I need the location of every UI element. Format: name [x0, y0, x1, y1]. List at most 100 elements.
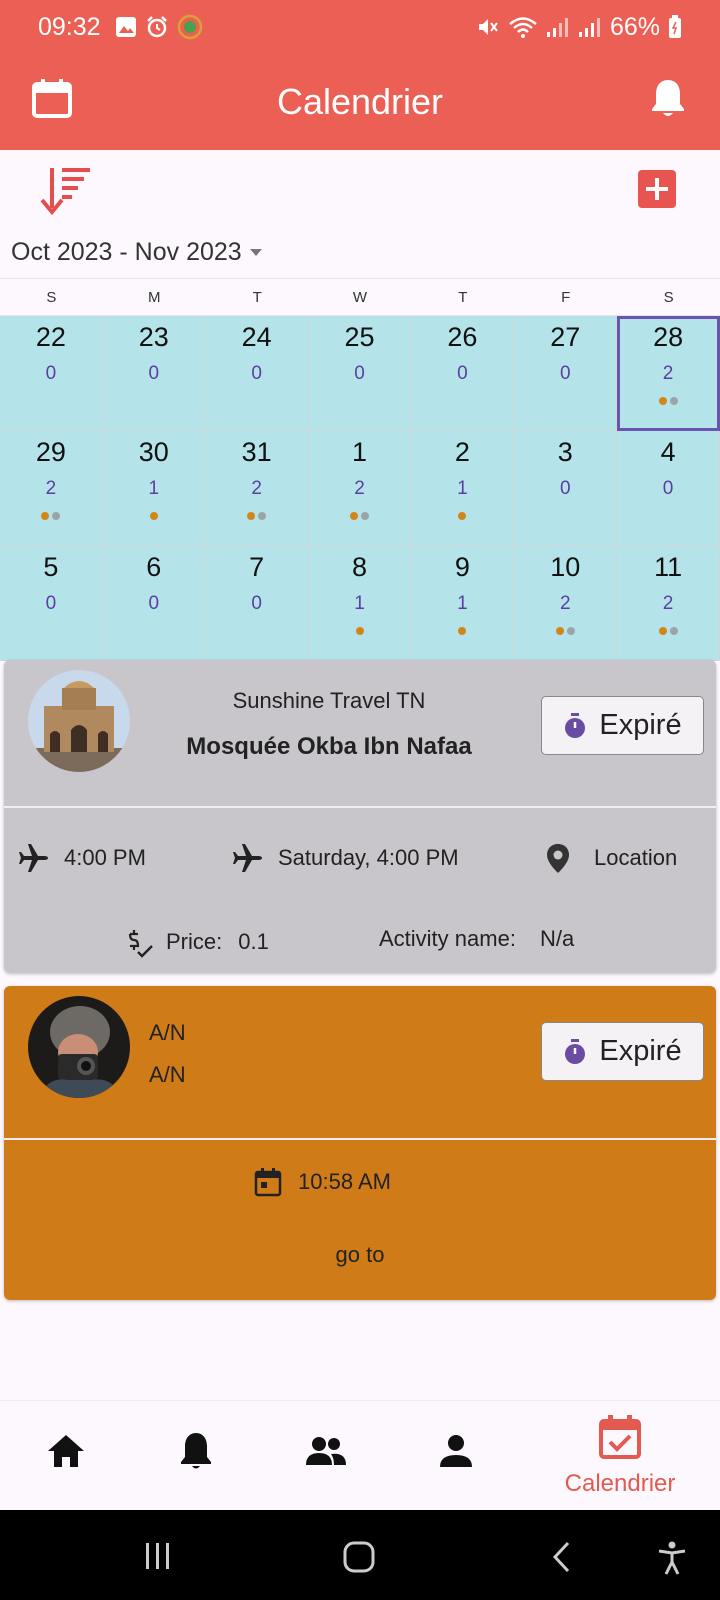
day-number: 2: [454, 437, 470, 467]
calendar-day[interactable]: 12: [308, 431, 412, 546]
expired-badge[interactable]: Expiré: [541, 696, 704, 755]
group-icon[interactable]: [304, 1429, 348, 1473]
event-dot: [361, 512, 369, 520]
calendar-day[interactable]: 21: [411, 431, 515, 546]
location-pin-icon: [547, 844, 569, 873]
bell-icon[interactable]: [646, 76, 690, 120]
calendar-day[interactable]: 11 2: [617, 546, 720, 661]
sort-descending-icon[interactable]: [38, 164, 92, 218]
arrival-time: Saturday, 4:00 PM: [232, 842, 459, 874]
weekday-label: F: [561, 289, 571, 306]
app-notification-icon: [177, 14, 202, 40]
calendar-day[interactable]: 81: [308, 546, 412, 661]
home-icon[interactable]: [44, 1429, 88, 1473]
day-number: 5: [43, 552, 59, 582]
event-dots: [247, 512, 267, 520]
event-count: 0: [662, 478, 674, 499]
event-count: 0: [148, 363, 160, 384]
day-number: 28: [653, 322, 684, 352]
recent-apps-icon[interactable]: [142, 1540, 174, 1572]
event-count: 1: [457, 478, 468, 499]
location[interactable]: Location: [542, 842, 677, 874]
calendar-day[interactable]: 26 0: [411, 316, 515, 431]
calendar-day[interactable]: 30 1: [102, 431, 206, 546]
calendar-day[interactable]: 60: [102, 546, 206, 661]
event-dots: [658, 627, 678, 635]
event-dot: [350, 512, 358, 520]
calendar-day[interactable]: 23 0: [102, 316, 206, 431]
calendar-day[interactable]: 30: [514, 431, 618, 546]
event-dots: [149, 512, 158, 520]
day-number: 4: [660, 437, 676, 467]
day-number: 24: [241, 322, 272, 352]
system-nav-bar: [0, 1510, 720, 1600]
person-icon[interactable]: [434, 1429, 478, 1473]
event-dot: [247, 512, 256, 520]
day-number: 30: [138, 437, 169, 467]
event-dot: [355, 627, 364, 635]
event-card[interactable]: Sunshine Travel TN Mosquée Okba Ibn Nafa…: [4, 660, 716, 973]
calendar-icon[interactable]: [30, 76, 74, 120]
go-to-link[interactable]: go to: [4, 1242, 716, 1268]
calendar-day[interactable]: 24 0: [205, 316, 309, 431]
status-bar: 09:32 66%: [0, 0, 720, 54]
calendar-day[interactable]: 31 2: [205, 431, 309, 546]
day-number: 26: [447, 322, 478, 352]
event-dot: [52, 512, 61, 520]
event-image: [28, 996, 130, 1098]
event-dot: [258, 512, 267, 520]
event-count: 0: [45, 363, 57, 384]
chevron-down-icon: [249, 249, 262, 256]
calendar-week: 5 0 6 0 7 0 8 1 9 1 10 2 11 2: [0, 546, 720, 661]
calendar-day[interactable]: 25 0: [308, 316, 412, 431]
event-dots: [658, 397, 678, 405]
calendar-day[interactable]: 70: [205, 546, 309, 661]
weekday-label: S: [46, 289, 57, 306]
timer-icon: [565, 1038, 586, 1064]
weekday-label: T: [252, 289, 262, 306]
day-number: 23: [138, 322, 169, 352]
event-dots: [355, 627, 364, 635]
calendar-day[interactable]: 91: [411, 546, 515, 661]
event-count: 2: [662, 593, 674, 614]
expired-badge[interactable]: Expiré: [541, 1022, 704, 1081]
calendar-day[interactable]: 29 2: [0, 431, 103, 546]
bell-icon[interactable]: [174, 1429, 218, 1473]
event-dot: [149, 512, 158, 520]
day-number: 7: [249, 552, 265, 582]
signal-icon: [546, 18, 568, 37]
event-dot: [669, 397, 678, 405]
nav-calendar[interactable]: Calendrier: [555, 1413, 685, 1498]
calendar-day[interactable]: 22 0: [0, 316, 103, 431]
calendar-day[interactable]: 10 2: [514, 546, 618, 661]
calendar-week: 22 0 23 0 24 0 25 0 26 0 27 0 28 2: [0, 316, 720, 431]
status-label: Expiré: [599, 1035, 682, 1067]
event-time: 10:58 AM: [252, 1166, 391, 1198]
event-count: 0: [559, 363, 571, 384]
event-name: Mosquée Okba Ibn Nafaa: [186, 733, 472, 760]
event-dot: [658, 397, 667, 405]
add-icon[interactable]: [638, 170, 676, 208]
page-title: Calendrier: [276, 81, 444, 122]
plane-icon: [19, 844, 48, 872]
event-dot: [555, 627, 564, 635]
calendar-day[interactable]: 50: [0, 546, 103, 661]
home-button-icon[interactable]: [342, 1540, 376, 1574]
signal-icon: [578, 18, 600, 37]
event-count: 2: [251, 478, 262, 499]
calendar-check-icon: [599, 1415, 641, 1459]
accessibility-icon[interactable]: [656, 1540, 688, 1576]
back-icon[interactable]: [550, 1540, 574, 1574]
day-number: 8: [351, 552, 368, 582]
divider: [4, 1138, 716, 1140]
calendar-day[interactable]: 28 2: [617, 316, 720, 431]
calendar-icon: [254, 1168, 282, 1197]
calendar-day[interactable]: 40: [617, 431, 720, 546]
day-number: 1: [351, 437, 368, 467]
calendar-day[interactable]: 27 0: [514, 316, 618, 431]
event-dots: [350, 512, 369, 520]
date-range-selector[interactable]: Oct 2023 - Nov 2023: [11, 238, 262, 267]
event-count: 0: [457, 363, 468, 384]
event-card[interactable]: A/N A/N Expiré 10:58 AM go to: [4, 986, 716, 1300]
event-count: 0: [45, 593, 57, 614]
